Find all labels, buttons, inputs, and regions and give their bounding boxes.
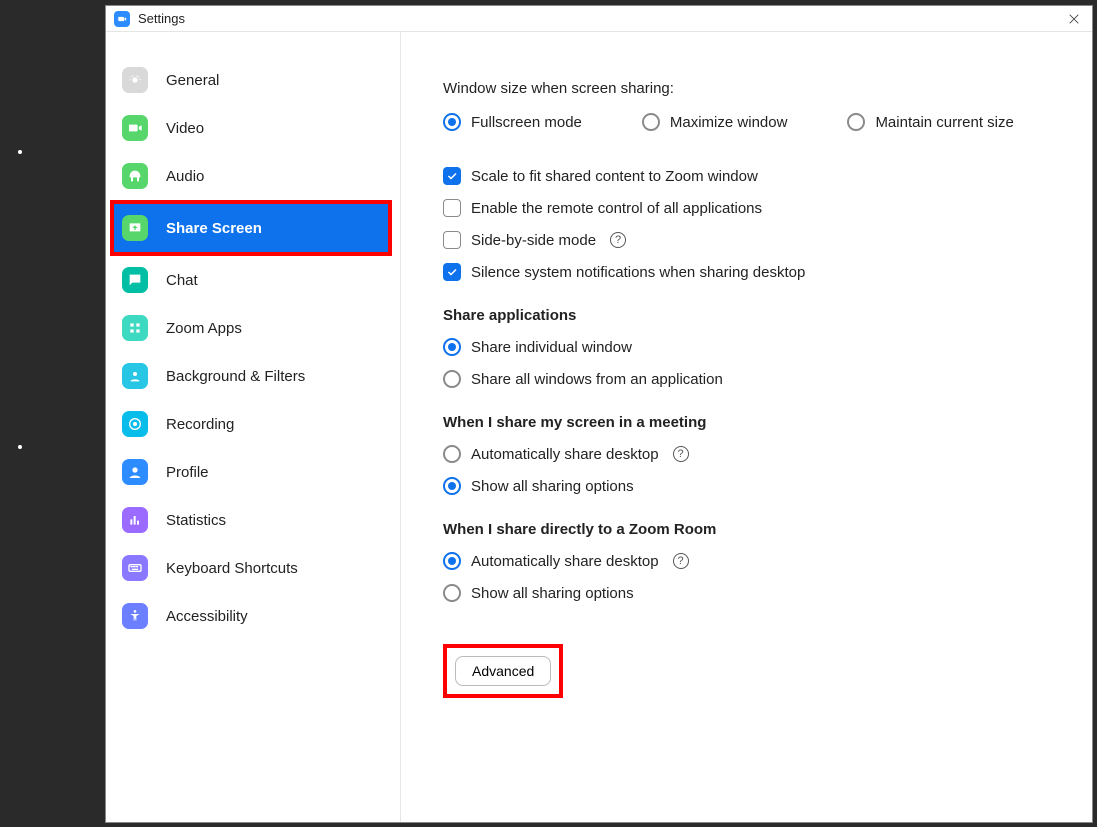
- checkbox-label: Side-by-side mode: [471, 232, 596, 249]
- sidebar-item-accessibility[interactable]: Accessibility: [106, 592, 400, 640]
- radio-label: Share individual window: [471, 339, 632, 356]
- radio-room-auto[interactable]: Automatically share desktop ?: [443, 552, 1058, 570]
- radio-label: Automatically share desktop: [471, 553, 659, 570]
- window-title: Settings: [138, 11, 185, 26]
- checkbox-scale-to-fit[interactable]: Scale to fit shared content to Zoom wind…: [443, 167, 1058, 185]
- checkbox-silence-notifications[interactable]: Silence system notifications when sharin…: [443, 263, 1058, 281]
- sidebar-item-profile[interactable]: Profile: [106, 448, 400, 496]
- checkbox-remote-control[interactable]: Enable the remote control of all applica…: [443, 199, 1058, 217]
- sidebar-item-label: Keyboard Shortcuts: [166, 560, 298, 577]
- radio-share-all-windows[interactable]: Share all windows from an application: [443, 370, 1058, 388]
- sidebar-item-label: Profile: [166, 464, 209, 481]
- sidebar-item-chat[interactable]: Chat: [106, 256, 400, 304]
- sidebar-item-label: Share Screen: [166, 220, 262, 237]
- share-applications-title: Share applications: [443, 307, 1058, 324]
- chat-icon: [122, 267, 148, 293]
- sidebar-item-background-filters[interactable]: Background & Filters: [106, 352, 400, 400]
- radio-label: Maximize window: [670, 114, 788, 131]
- radio-label: Show all sharing options: [471, 478, 634, 495]
- record-icon: [122, 411, 148, 437]
- sidebar-item-statistics[interactable]: Statistics: [106, 496, 400, 544]
- app-icon: [114, 11, 130, 27]
- sidebar-item-general[interactable]: General: [106, 56, 400, 104]
- radio-icon: [443, 370, 461, 388]
- radio-share-individual[interactable]: Share individual window: [443, 338, 1058, 356]
- profile-icon: [122, 459, 148, 485]
- share-screen-icon: [122, 215, 148, 241]
- radio-label: Share all windows from an application: [471, 371, 723, 388]
- checkbox-icon: [443, 167, 461, 185]
- sidebar-item-recording[interactable]: Recording: [106, 400, 400, 448]
- help-icon[interactable]: ?: [673, 553, 689, 569]
- keyboard-icon: [122, 555, 148, 581]
- checkbox-icon: [443, 263, 461, 281]
- accessibility-icon: [122, 603, 148, 629]
- share-in-meeting-title: When I share my screen in a meeting: [443, 414, 1058, 431]
- radio-icon: [642, 113, 660, 131]
- help-icon[interactable]: ?: [673, 446, 689, 462]
- titlebar: Settings: [106, 6, 1092, 32]
- sidebar-item-label: Audio: [166, 168, 204, 185]
- radio-meeting-auto[interactable]: Automatically share desktop ?: [443, 445, 1058, 463]
- sidebar-item-label: Zoom Apps: [166, 320, 242, 337]
- radio-icon: [443, 113, 461, 131]
- sidebar-item-label: Recording: [166, 416, 234, 433]
- sidebar-item-share-screen[interactable]: Share Screen: [114, 204, 388, 252]
- sidebar-item-label: Accessibility: [166, 608, 248, 625]
- radio-label: Fullscreen mode: [471, 114, 582, 131]
- sidebar-item-label: Statistics: [166, 512, 226, 529]
- checkbox-label: Enable the remote control of all applica…: [471, 200, 762, 217]
- advanced-button[interactable]: Advanced: [455, 656, 551, 686]
- radio-label: Automatically share desktop: [471, 446, 659, 463]
- highlight-share-screen: Share Screen: [110, 200, 392, 256]
- radio-icon: [443, 477, 461, 495]
- radio-meeting-show-all[interactable]: Show all sharing options: [443, 477, 1058, 495]
- radio-label: Maintain current size: [875, 114, 1013, 131]
- sidebar-item-label: Background & Filters: [166, 368, 305, 385]
- sidebar-item-zoom-apps[interactable]: Zoom Apps: [106, 304, 400, 352]
- sidebar-item-label: Video: [166, 120, 204, 137]
- gear-icon: [122, 67, 148, 93]
- radio-icon: [443, 338, 461, 356]
- radio-icon: [847, 113, 865, 131]
- sidebar-item-label: General: [166, 72, 219, 89]
- window-size-title: Window size when screen sharing:: [443, 80, 1058, 97]
- radio-icon: [443, 445, 461, 463]
- main-panel: Window size when screen sharing: Fullscr…: [401, 32, 1092, 822]
- radio-label: Show all sharing options: [471, 585, 634, 602]
- window-size-options: Fullscreen mode Maximize window Maintain…: [443, 113, 1058, 145]
- radio-icon: [443, 584, 461, 602]
- close-button[interactable]: [1064, 9, 1084, 29]
- checkbox-icon: [443, 231, 461, 249]
- radio-icon: [443, 552, 461, 570]
- checkbox-side-by-side[interactable]: Side-by-side mode ?: [443, 231, 1058, 249]
- sidebar-item-label: Chat: [166, 272, 198, 289]
- settings-window: Settings General Video: [105, 5, 1093, 823]
- sidebar-item-audio[interactable]: Audio: [106, 152, 400, 200]
- headphones-icon: [122, 163, 148, 189]
- radio-fullscreen[interactable]: Fullscreen mode: [443, 113, 582, 131]
- checkbox-label: Scale to fit shared content to Zoom wind…: [471, 168, 758, 185]
- user-frame-icon: [122, 363, 148, 389]
- radio-room-show-all[interactable]: Show all sharing options: [443, 584, 1058, 602]
- radio-maximize[interactable]: Maximize window: [642, 113, 788, 131]
- checkbox-label: Silence system notifications when sharin…: [471, 264, 805, 281]
- help-icon[interactable]: ?: [610, 232, 626, 248]
- checkbox-icon: [443, 199, 461, 217]
- highlight-advanced: Advanced: [443, 644, 563, 698]
- radio-maintain[interactable]: Maintain current size: [847, 113, 1013, 131]
- sidebar: General Video Audio Share S: [106, 32, 401, 822]
- sidebar-item-video[interactable]: Video: [106, 104, 400, 152]
- apps-icon: [122, 315, 148, 341]
- chart-icon: [122, 507, 148, 533]
- video-icon: [122, 115, 148, 141]
- sidebar-item-keyboard-shortcuts[interactable]: Keyboard Shortcuts: [106, 544, 400, 592]
- share-zoom-room-title: When I share directly to a Zoom Room: [443, 521, 1058, 538]
